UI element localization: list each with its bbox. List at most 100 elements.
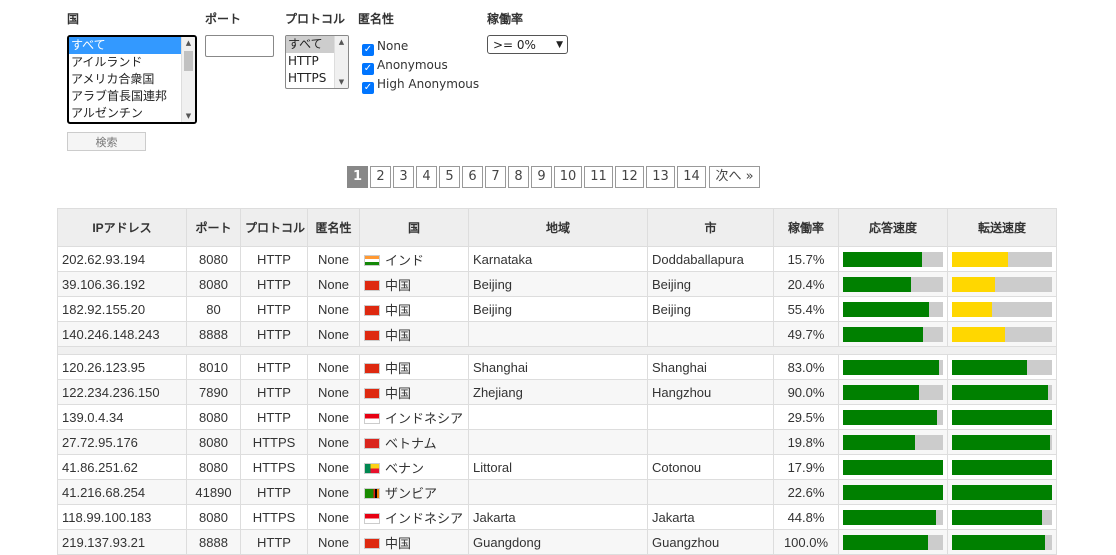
region-cell: Beijing [468, 296, 648, 322]
scroll-up-icon[interactable]: ▲ [335, 36, 348, 48]
page-link[interactable]: 2 [370, 166, 391, 188]
port-input[interactable] [205, 35, 274, 57]
table-row: 140.246.148.243 8888 HTTP None 中国 49.7% [57, 321, 1057, 347]
page-link[interactable]: 4 [416, 166, 437, 188]
transfer-bar [952, 276, 1052, 292]
page-link[interactable]: 10 [554, 166, 582, 188]
scroll-up-icon[interactable]: ▲ [182, 37, 195, 49]
region-cell: Beijing [468, 271, 648, 297]
page-link[interactable]: 5 [439, 166, 460, 188]
ip-cell: 41.86.251.62 [57, 454, 187, 480]
country-option[interactable]: すべて [69, 37, 195, 54]
country-name: ベトナム [385, 435, 437, 451]
port-cell: 80 [186, 296, 241, 322]
page-link[interactable]: 11 [584, 166, 613, 188]
country-option[interactable]: アラブ首長国連邦 [69, 88, 195, 105]
protocol-listbox[interactable]: すべて HTTP HTTPS ▲ ▼ [285, 35, 349, 89]
page-link[interactable]: 8 [508, 166, 529, 188]
scroll-down-icon[interactable]: ▼ [335, 76, 348, 88]
next-page-link[interactable]: 次へ » [709, 166, 760, 188]
country-listbox[interactable]: すべて アイルランド アメリカ合衆国 アラブ首長国連邦 アルゼンチン ▲ ▼ [67, 35, 197, 124]
anonymity-cell: None [307, 429, 360, 455]
protocol-cell: HTTP [240, 354, 308, 380]
ip-cell: 118.99.100.183 [57, 504, 187, 530]
proxy-table: IPアドレス ポート プロトコル 匿名性 国 地域 市 稼働率 応答速度 転送速… [57, 208, 1057, 555]
page-link[interactable]: 14 [677, 166, 706, 188]
response-bar-fill [843, 484, 943, 500]
table-gap-row [57, 346, 1057, 355]
page-link[interactable]: 13 [646, 166, 675, 188]
col-header-port[interactable]: ポート [186, 208, 241, 247]
scroll-thumb[interactable] [184, 51, 193, 71]
col-header-protocol[interactable]: プロトコル [240, 208, 308, 247]
response-bar-cell [838, 296, 948, 322]
checkbox-checked-icon[interactable]: ✓ [362, 44, 374, 56]
anon-none-label: None [377, 39, 409, 53]
page-link[interactable]: 3 [393, 166, 414, 188]
country-option[interactable]: アイルランド [69, 54, 195, 71]
table-row: 39.106.36.192 8080 HTTP None 中国 Beijing Beijin… [57, 271, 1057, 297]
transfer-bar [952, 409, 1052, 425]
page-link[interactable]: 6 [462, 166, 483, 188]
protocol-cell: HTTP [240, 479, 308, 505]
checkbox-checked-icon[interactable]: ✓ [362, 63, 374, 75]
transfer-bar-fill [952, 276, 995, 292]
col-header-anonymity[interactable]: 匿名性 [307, 208, 360, 247]
protocol-cell: HTTP [240, 271, 308, 297]
city-cell [647, 479, 774, 505]
country-cell: インドネシア [359, 404, 469, 430]
ip-cell: 202.62.93.194 [57, 246, 187, 272]
scroll-down-icon[interactable]: ▼ [182, 110, 195, 122]
port-cell: 7890 [186, 379, 241, 405]
region-cell: Shanghai [468, 354, 648, 380]
anonymity-cell: None [307, 379, 360, 405]
table-row: 41.86.251.62 8080 HTTPS None ベナン Littoral Coto… [57, 454, 1057, 480]
city-cell [647, 429, 774, 455]
port-cell: 8080 [186, 404, 241, 430]
response-bar-fill [843, 384, 919, 400]
page-link[interactable]: 9 [531, 166, 552, 188]
country-option[interactable]: アルゼンチン [69, 105, 195, 122]
city-cell: Shanghai [647, 354, 774, 380]
protocol-cell: HTTP [240, 379, 308, 405]
col-header-ip[interactable]: IPアドレス [57, 208, 187, 247]
anon-none-option[interactable]: ✓ None [362, 37, 409, 56]
response-bar-fill [843, 301, 929, 317]
ip-cell: 122.234.236.150 [57, 379, 187, 405]
anon-high-label: High Anonymous [377, 77, 480, 91]
protocol-cell: HTTP [240, 246, 308, 272]
country-label: 国 [67, 12, 80, 26]
region-cell [468, 479, 648, 505]
response-bar-fill [843, 359, 939, 375]
page-link[interactable]: 7 [485, 166, 506, 188]
country-option[interactable]: アメリカ合衆国 [69, 71, 195, 88]
city-cell: Beijing [647, 271, 774, 297]
protocol-scrollbar[interactable]: ▲ ▼ [334, 36, 348, 88]
checkbox-checked-icon[interactable]: ✓ [362, 82, 374, 94]
country-scrollbar[interactable]: ▲ ▼ [181, 37, 195, 122]
col-header-region[interactable]: 地域 [468, 208, 648, 247]
table-row: 118.99.100.183 8080 HTTPS None インドネシア Jakarta… [57, 504, 1057, 530]
search-button[interactable]: 検索 [67, 132, 146, 151]
response-bar-fill [843, 276, 911, 292]
city-cell: Doddaballapura [647, 246, 774, 272]
page-link[interactable]: 12 [615, 166, 644, 188]
anonymity-cell: None [307, 354, 360, 380]
page-current: 1 [347, 166, 368, 188]
port-cell: 41890 [186, 479, 241, 505]
col-header-transfer[interactable]: 転送速度 [947, 208, 1057, 247]
port-cell: 8080 [186, 429, 241, 455]
col-header-uptime[interactable]: 稼働率 [773, 208, 839, 247]
ip-cell: 219.137.93.21 [57, 529, 187, 555]
indonesia-flag-icon [364, 412, 380, 424]
indonesia-flag-icon [364, 512, 380, 524]
col-header-response[interactable]: 応答速度 [838, 208, 948, 247]
col-header-country[interactable]: 国 [359, 208, 469, 247]
col-header-city[interactable]: 市 [647, 208, 774, 247]
anonymity-cell: None [307, 504, 360, 530]
transfer-bar-cell [947, 479, 1057, 505]
uptime-select[interactable]: >= 0% ▼ [487, 35, 568, 54]
anon-anonymous-label: Anonymous [377, 58, 448, 72]
anon-high-option[interactable]: ✓ High Anonymous [362, 75, 480, 94]
anon-anonymous-option[interactable]: ✓ Anonymous [362, 56, 448, 75]
